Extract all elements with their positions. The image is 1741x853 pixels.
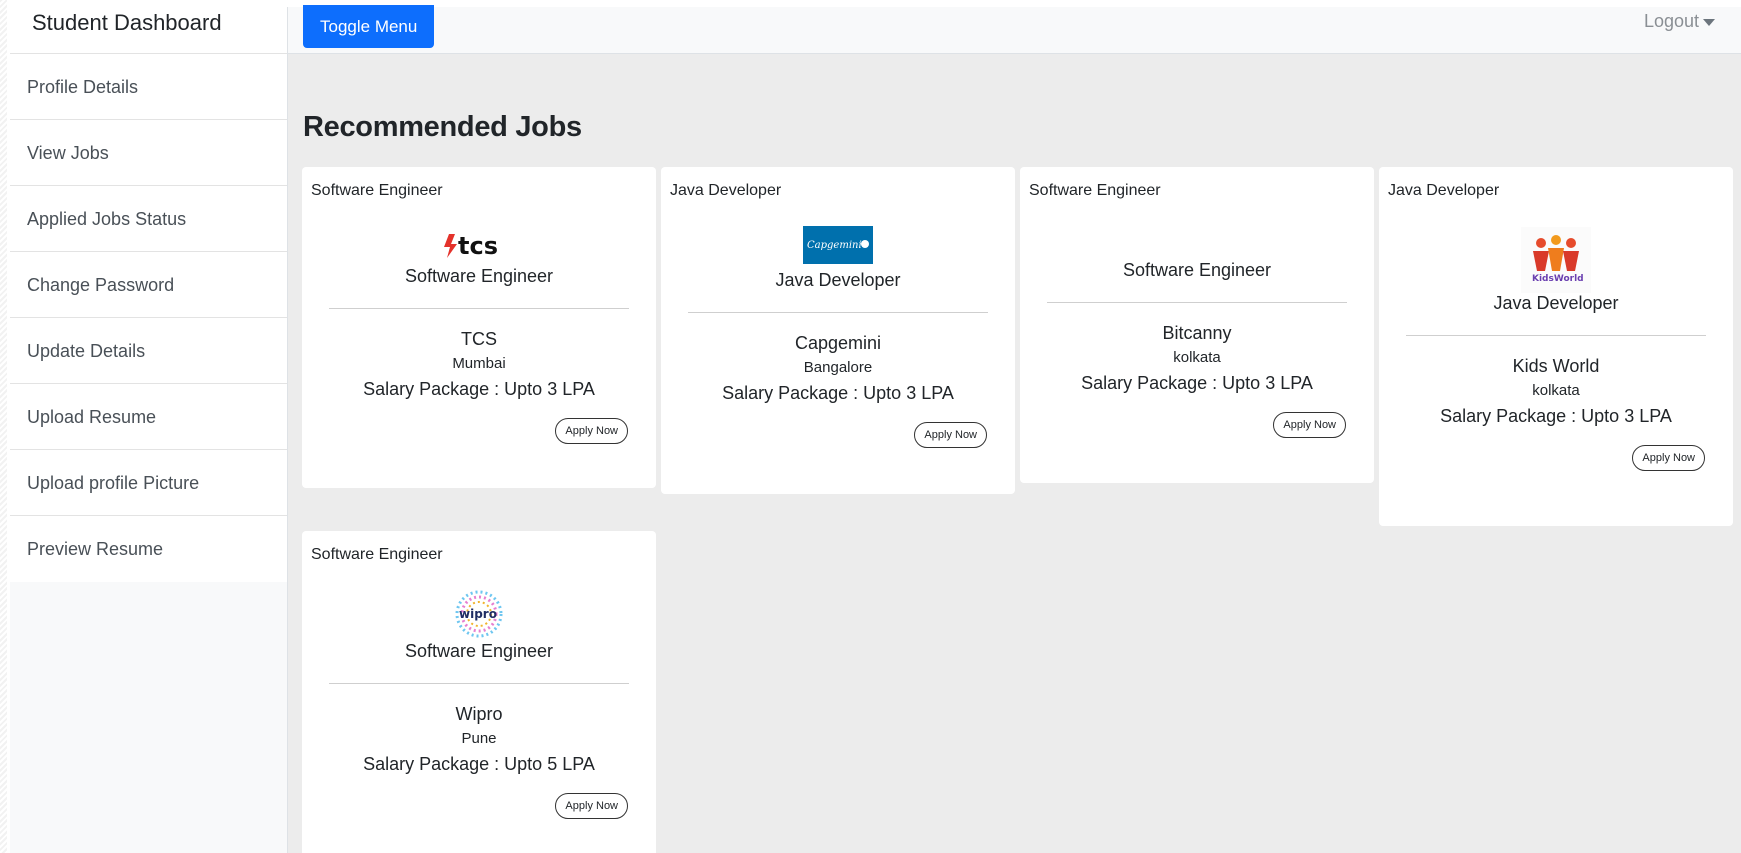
svg-text:wipro: wipro: [459, 607, 497, 621]
wipro-logo: wipro: [302, 588, 656, 640]
card-divider: [688, 312, 988, 313]
logout-dropdown[interactable]: Logout: [1644, 11, 1715, 32]
content-area: Recommended Jobs Software Engineer tcs S…: [288, 54, 1741, 853]
salary-package: Salary Package : Upto 3 LPA: [1081, 373, 1313, 393]
job-role: Software Engineer: [404, 266, 554, 286]
company-name: Bitcanny: [1162, 323, 1232, 343]
sidebar-nav: Profile Details View Jobs Applied Jobs S…: [10, 54, 287, 582]
apply-now-button[interactable]: Apply Now: [555, 793, 628, 819]
job-card-header: Java Developer: [1388, 182, 1500, 199]
sidebar-item-update-details[interactable]: Update Details: [10, 318, 287, 384]
job-role: Java Developer: [1493, 293, 1619, 313]
capgemini-logo: Capgemini: [661, 226, 1015, 264]
job-role: Java Developer: [775, 270, 901, 290]
job-card-header: Software Engineer: [1029, 182, 1161, 199]
card-divider: [329, 683, 629, 684]
apply-now-button[interactable]: Apply Now: [1273, 412, 1346, 438]
job-location: Pune: [461, 730, 497, 747]
job-card-header: Java Developer: [670, 182, 782, 199]
sidebar-heading: Student Dashboard: [10, 7, 287, 54]
top-navbar: Toggle Menu Logout: [288, 5, 1741, 54]
tcs-logo: tcs: [302, 227, 656, 263]
company-name: Kids World: [1512, 356, 1600, 376]
sidebar-item-preview-resume[interactable]: Preview Resume: [10, 516, 287, 582]
caret-down-icon: [1703, 19, 1715, 26]
job-card-header: Software Engineer: [311, 182, 443, 199]
job-card-header: Software Engineer: [311, 546, 443, 563]
card-divider: [1047, 302, 1347, 303]
card-divider: [1406, 335, 1706, 336]
svg-text:tcs: tcs: [458, 232, 498, 260]
salary-package: Salary Package : Upto 5 LPA: [363, 754, 595, 774]
salary-package: Salary Package : Upto 3 LPA: [722, 383, 954, 403]
app-frame: Student Dashboard Profile Details View J…: [10, 5, 1741, 853]
job-role: Software Engineer: [404, 641, 554, 661]
company-name: TCS: [461, 329, 497, 349]
job-role: Software Engineer: [1122, 260, 1272, 280]
sidebar-item-profile-details[interactable]: Profile Details: [10, 54, 287, 120]
company-name: Wipro: [455, 704, 503, 724]
salary-package: Salary Package : Upto 3 LPA: [1440, 406, 1672, 426]
logout-label: Logout: [1643, 11, 1699, 31]
apply-now-button[interactable]: Apply Now: [1632, 445, 1705, 471]
page-title: Recommended Jobs: [303, 111, 582, 143]
toggle-menu-button[interactable]: Toggle Menu: [303, 5, 435, 48]
job-location: Mumbai: [452, 355, 506, 372]
sidebar-item-view-jobs[interactable]: View Jobs: [10, 120, 287, 186]
sidebar-item-upload-resume[interactable]: Upload Resume: [10, 384, 287, 450]
sidebar-item-upload-profile-picture[interactable]: Upload profile Picture: [10, 450, 287, 516]
card-divider: [329, 308, 629, 309]
sidebar: Student Dashboard Profile Details View J…: [10, 7, 288, 853]
job-card: Software Engineer Software Engineer Bitc…: [1020, 167, 1374, 483]
main-area: Toggle Menu Logout Recommended Jobs Soft…: [288, 5, 1741, 853]
sidebar-item-change-password[interactable]: Change Password: [10, 252, 287, 318]
job-card: Java Developer KidsWorld Java Developer: [1379, 167, 1733, 526]
company-name: Capgemini: [794, 333, 882, 353]
job-location: kolkata: [1173, 349, 1221, 366]
job-location: kolkata: [1532, 382, 1580, 399]
job-card: Software Engineer tcs Software Engineer …: [302, 167, 656, 488]
kidsworld-logo: KidsWorld: [1379, 227, 1733, 293]
apply-now-button[interactable]: Apply Now: [555, 418, 628, 444]
apply-now-button[interactable]: Apply Now: [914, 422, 987, 448]
window-edge: [0, 0, 7, 853]
job-card: Software Engineer wipro Software Enginee…: [302, 531, 656, 853]
svg-text:KidsWorld: KidsWorld: [1532, 274, 1584, 284]
sidebar-item-applied-jobs-status[interactable]: Applied Jobs Status: [10, 186, 287, 252]
salary-package: Salary Package : Upto 3 LPA: [363, 379, 595, 399]
job-card: Java Developer Capgemini Java Developer …: [661, 167, 1015, 494]
svg-text:Capgemini: Capgemini: [807, 240, 862, 251]
job-location: Bangalore: [803, 359, 873, 376]
